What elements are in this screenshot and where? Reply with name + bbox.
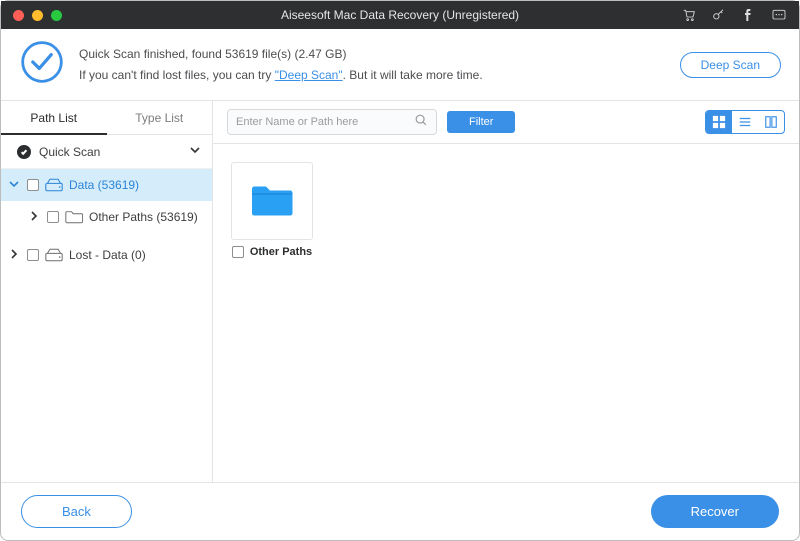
chevron-right-icon[interactable] [27,210,41,225]
filter-button[interactable]: Filter [447,111,515,133]
scan-summary-text: Quick Scan finished, found 53619 file(s)… [79,44,483,85]
window-title: Aiseesoft Mac Data Recovery (Unregistere… [1,8,799,22]
recover-button[interactable]: Recover [651,495,779,528]
chevron-right-icon[interactable] [7,248,21,263]
disk-icon [45,248,63,262]
file-count: 53619 [225,47,258,61]
content-toolbar: Filter [213,101,799,144]
titlebar: Aiseesoft Mac Data Recovery (Unregistere… [1,1,799,29]
back-button[interactable]: Back [21,495,132,528]
chevron-down-icon[interactable] [188,143,202,160]
search-icon[interactable] [414,113,428,132]
folder-thumbnail [231,162,313,240]
deep-scan-link[interactable]: "Deep Scan" [275,68,343,82]
tree-quick-scan-label: Quick Scan [39,145,100,159]
checkbox[interactable] [232,246,244,258]
disk-icon [45,178,63,192]
view-detail-button[interactable] [758,111,784,133]
deep-scan-button[interactable]: Deep Scan [680,52,781,78]
file-grid: Other Paths [213,144,799,276]
scan-summary-banner: Quick Scan finished, found 53619 file(s)… [1,29,799,101]
checkbox[interactable] [27,249,39,261]
tree-quick-scan-row[interactable]: Quick Scan [1,135,212,169]
footer: Back Recover [1,482,799,540]
view-list-button[interactable] [732,111,758,133]
tree-item-label: Other Paths (53619) [89,210,198,224]
content-area: Filter Other Paths [213,101,799,482]
view-mode-toggle [705,110,785,134]
folder-icon [250,183,294,219]
grid-item-label: Other Paths [250,246,312,258]
sidebar: Path List Type List Quick Scan Data (536… [1,101,213,482]
view-grid-button[interactable] [706,111,732,133]
search-box[interactable] [227,109,437,135]
tree-item-other-paths[interactable]: Other Paths (53619) [1,201,212,233]
file-tree: Quick Scan Data (53619) Other Paths (536… [1,135,212,271]
checkbox[interactable] [47,211,59,223]
folder-icon [65,210,83,224]
tree-item-lost-data[interactable]: Lost - Data (0) [1,239,212,271]
tab-path-list[interactable]: Path List [1,101,107,135]
chevron-down-icon[interactable] [7,178,21,193]
grid-item[interactable]: Other Paths [231,162,313,258]
checkmark-circle-icon [17,145,31,159]
tab-type-list[interactable]: Type List [107,101,213,135]
checkmark-icon [19,39,65,90]
search-input[interactable] [236,116,414,128]
tree-item-data[interactable]: Data (53619) [1,169,212,201]
tree-item-label: Data (53619) [69,178,139,192]
checkbox[interactable] [27,179,39,191]
tree-item-label: Lost - Data (0) [69,248,146,262]
total-size: 2.47 GB [298,47,342,61]
